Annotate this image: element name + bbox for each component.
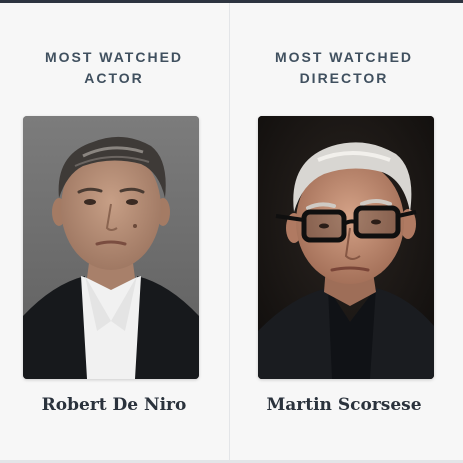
director-photo[interactable] <box>258 116 434 379</box>
card-label: MOST WATCHED ACTOR <box>44 49 184 86</box>
director-name[interactable]: Martin Scorsese <box>230 395 458 415</box>
most-watched-actor-card[interactable]: MOST WATCHED ACTOR Robert De Niro <box>0 3 228 460</box>
most-watched-director-card[interactable]: MOST WATCHED DIRECTOR Martin Scorsese <box>230 3 458 460</box>
actor-photo[interactable] <box>23 116 199 379</box>
actor-name[interactable]: Robert De Niro <box>0 395 228 415</box>
card-label: MOST WATCHED DIRECTOR <box>274 49 414 86</box>
